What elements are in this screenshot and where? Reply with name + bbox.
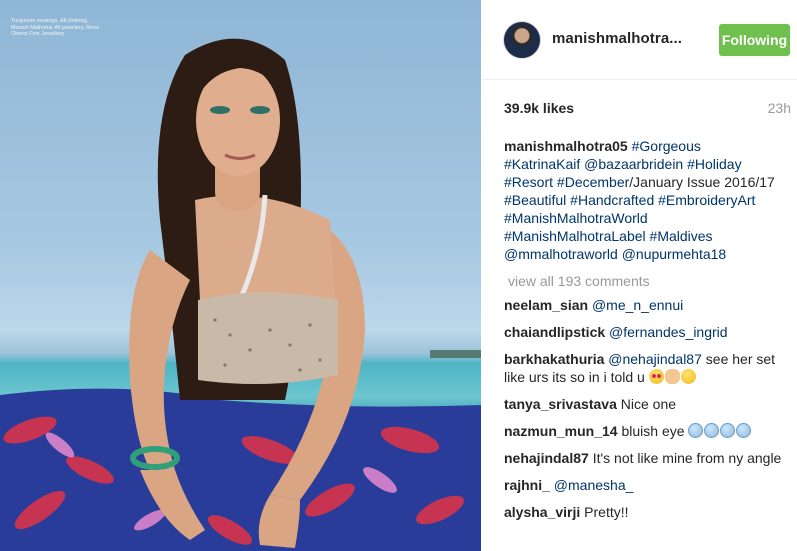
comment-item: alysha_virji Pretty!! — [504, 503, 789, 521]
post-photo[interactable]: Turquoise musings, All clothing, Manish … — [0, 0, 481, 551]
comment-mention-link[interactable]: @manesha_ — [554, 477, 634, 493]
caption-hashtag-link[interactable]: #December — [557, 174, 629, 190]
caption-hashtag-link[interactable]: #KatrinaKaif — [504, 156, 580, 172]
caption-hashtag-link[interactable]: @bazaarbridein — [584, 156, 683, 172]
post-username[interactable]: manishmalhotra... — [552, 30, 682, 47]
caption-text-fragment: /January Issue 2016/17 — [629, 174, 775, 190]
post-sidebar: manishmalhotra... Following 39.9k likes … — [481, 0, 797, 551]
post-header: manishmalhotra... Following — [481, 0, 797, 80]
comment-text: It's not like mine from ny angle — [592, 450, 782, 466]
comment-mention-link[interactable]: @nehajindal87 — [608, 351, 702, 367]
comment-item: chaiandlipstick @fernandes_ingrid — [504, 323, 789, 341]
caption-hashtag-link[interactable]: #Maldives — [650, 228, 713, 244]
caption-hashtag-link[interactable]: @mmalhotraworld — [504, 246, 618, 262]
caption-hashtag-link[interactable]: #Resort — [504, 174, 553, 190]
comments-list: neelam_sian @me_n_ennui chaiandlipstick … — [504, 296, 789, 530]
comment-username[interactable]: alysha_virji — [504, 504, 580, 520]
comment-text: bluish eye — [621, 423, 685, 439]
caption-hashtag-link[interactable]: #Handcrafted — [570, 192, 654, 208]
comment-username[interactable]: barkhakathuria — [504, 351, 604, 367]
comment-item: neelam_sian @me_n_ennui — [504, 296, 789, 314]
photo-illustration — [0, 38, 481, 551]
comment-text: Pretty!! — [584, 504, 629, 520]
caption-hashtag-link[interactable]: @nupurmehta18 — [622, 246, 727, 262]
comment-username[interactable]: nazmun_mun_14 — [504, 423, 618, 439]
caption-username[interactable]: manishmalhotra05 — [504, 138, 628, 154]
post-caption: manishmalhotra05 #Gorgeous #KatrinaKaif … — [504, 137, 779, 263]
avatar[interactable] — [503, 21, 541, 59]
following-button[interactable]: Following — [719, 24, 790, 56]
caption-hashtag-link[interactable]: #ManishMalhotraWorld — [504, 210, 648, 226]
caption-text: #Gorgeous #KatrinaKaif @bazaarbridein #H… — [504, 138, 775, 262]
view-all-comments-link[interactable]: view all 193 comments — [508, 273, 650, 289]
cold-face-emoji — [688, 423, 704, 438]
comment-username[interactable]: nehajindal87 — [504, 450, 589, 466]
comment-mention-link[interactable]: @me_n_ennui — [592, 297, 683, 313]
comment-username[interactable]: chaiandlipstick — [504, 324, 605, 340]
comment-text: Nice one — [620, 396, 677, 412]
comment-item: rajhni_ @manesha_ — [504, 476, 789, 494]
comment-item: barkhakathuria @nehajindal87 see her set… — [504, 350, 789, 386]
comment-item: nehajindal87 It's not like mine from ny … — [504, 449, 789, 467]
comment-username[interactable]: tanya_srivastava — [504, 396, 617, 412]
cold-face-emoji — [736, 423, 752, 438]
caption-hashtag-link[interactable]: #Beautiful — [504, 192, 566, 208]
post-time[interactable]: 23h — [768, 100, 791, 116]
cold-face-emoji — [720, 423, 736, 438]
caption-hashtag-link[interactable]: #Holiday — [687, 156, 741, 172]
comment-mention-link[interactable]: @fernandes_ingrid — [609, 324, 728, 340]
smiling-emoji — [680, 369, 696, 384]
cold-face-emoji — [704, 423, 720, 438]
comment-username[interactable]: neelam_sian — [504, 297, 588, 313]
comment-username[interactable]: rajhni_ — [504, 477, 550, 493]
comment-item: nazmun_mun_14 bluish eye — [504, 422, 789, 440]
ok-hand-emoji — [664, 369, 680, 384]
comment-item: tanya_srivastava Nice one — [504, 395, 789, 413]
caption-hashtag-link[interactable]: #EmbroideryArt — [658, 192, 755, 208]
heart-eyes-emoji — [648, 369, 664, 384]
likes-count[interactable]: 39.9k likes — [504, 100, 574, 116]
caption-hashtag-link[interactable]: #Gorgeous — [632, 138, 701, 154]
caption-hashtag-link[interactable]: #ManishMalhotraLabel — [504, 228, 646, 244]
photo-credit: Turquoise musings, All clothing, Manish … — [11, 18, 100, 37]
